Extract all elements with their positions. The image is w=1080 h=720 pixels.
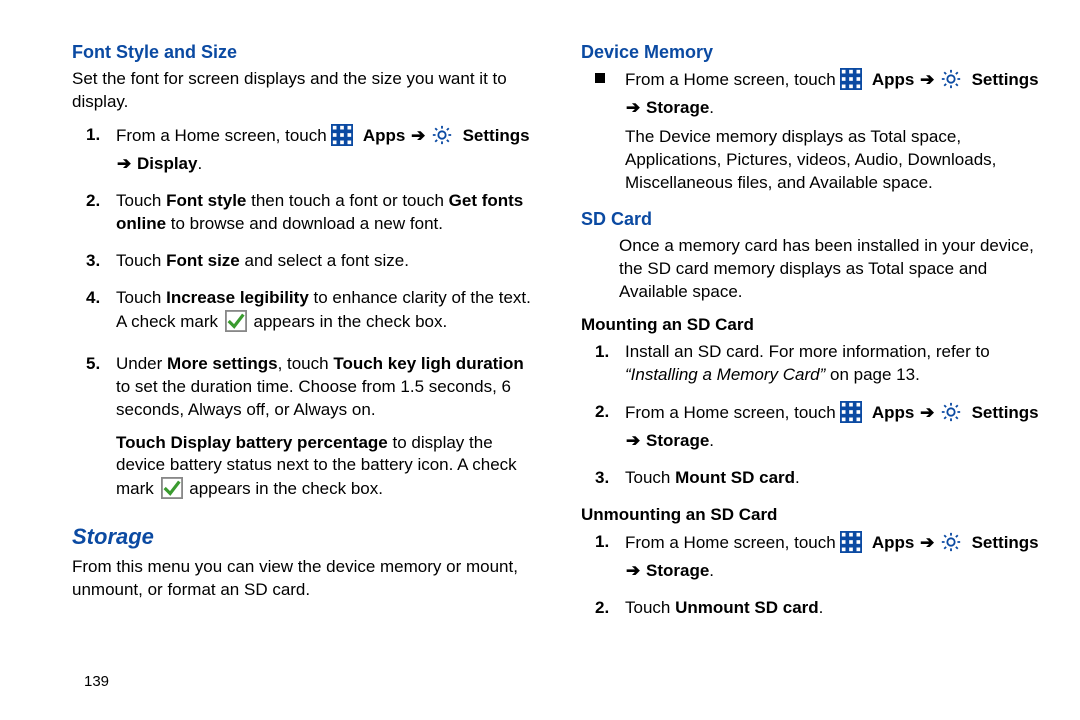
display-label: Display (137, 154, 197, 173)
square-bullet-icon (595, 73, 605, 83)
more-settings-label: More settings (167, 354, 278, 373)
font-intro: Set the font for screen displays and the… (72, 68, 541, 114)
gear-icon (431, 124, 453, 153)
text: From a Home screen, touch (116, 126, 331, 145)
text: appears in the check box. (254, 312, 448, 331)
battery-percentage-label: Touch Display battery percentage (116, 433, 388, 452)
unmount-step-2: 2. Touch Unmount SD card. (625, 597, 1050, 620)
text: Under (116, 354, 167, 373)
apps-label: Apps (872, 70, 915, 89)
right-column: Device Memory From a Home screen, touch … (581, 36, 1050, 633)
device-memory-item: From a Home screen, touch Apps ➔ Setting… (625, 68, 1050, 195)
text: Install an SD card. For more information… (625, 342, 990, 361)
font-style-label: Font style (166, 191, 246, 210)
text: From a Home screen, touch (625, 403, 840, 422)
text: Touch (116, 251, 166, 270)
arrow-icon: ➔ (919, 69, 935, 92)
heading-mounting: Mounting an SD Card (581, 314, 1050, 337)
xref: “Installing a Memory Card” (625, 365, 825, 384)
text: From a Home screen, touch (625, 70, 840, 89)
checkmark-icon (161, 477, 183, 506)
mount-steps: 1. Install an SD card. For more informat… (581, 341, 1050, 490)
unmount-step-1: 1. From a Home screen, touch Apps ➔ Sett… (625, 531, 1050, 583)
step-1: 1. From a Home screen, touch Apps ➔ Sett… (116, 124, 541, 176)
touch-key-label: Touch key ligh duration (333, 354, 523, 373)
text: Touch (116, 191, 166, 210)
heading-font-style-size: Font Style and Size (72, 40, 541, 64)
page-number: 139 (84, 672, 109, 692)
settings-label: Settings (972, 70, 1039, 89)
gear-icon (940, 401, 962, 430)
text: to set the duration time. Choose from 1.… (116, 377, 511, 419)
apps-label: Apps (872, 533, 915, 552)
increase-legibility-label: Increase legibility (166, 288, 309, 307)
mount-sd-label: Mount SD card (675, 468, 795, 487)
settings-label: Settings (972, 533, 1039, 552)
arrow-icon: ➔ (919, 532, 935, 555)
apps-label: Apps (363, 126, 406, 145)
checkmark-icon (225, 310, 247, 339)
left-column: Font Style and Size Set the font for scr… (72, 36, 541, 633)
text: appears in the check box. (189, 479, 383, 498)
storage-intro: From this menu you can view the device m… (72, 556, 541, 602)
arrow-icon: ➔ (625, 97, 641, 120)
text: on page 13. (825, 365, 920, 384)
text: then touch a font or touch (246, 191, 448, 210)
storage-label: Storage (646, 431, 709, 450)
settings-label: Settings (463, 126, 530, 145)
step-2: 2. Touch Font style then touch a font or… (116, 190, 541, 236)
heading-unmounting: Unmounting an SD Card (581, 504, 1050, 527)
device-memory-list: From a Home screen, touch Apps ➔ Setting… (581, 68, 1050, 195)
apps-icon (331, 124, 353, 153)
mount-step-2: 2. From a Home screen, touch Apps ➔ Sett… (625, 401, 1050, 453)
mount-step-1: 1. Install an SD card. For more informat… (625, 341, 1050, 387)
apps-icon (840, 68, 862, 97)
apps-icon (840, 531, 862, 560)
arrow-icon: ➔ (919, 402, 935, 425)
apps-label: Apps (872, 403, 915, 422)
gear-icon (940, 531, 962, 560)
text: Touch (625, 468, 675, 487)
device-memory-desc: The Device memory displays as Total spac… (625, 127, 996, 192)
unmount-steps: 1. From a Home screen, touch Apps ➔ Sett… (581, 531, 1050, 620)
mount-step-3: 3. Touch Mount SD card. (625, 467, 1050, 490)
sd-intro: Once a memory card has been installed in… (581, 235, 1050, 304)
step-3: 3. Touch Font size and select a font siz… (116, 250, 541, 273)
apps-icon (840, 401, 862, 430)
arrow-icon: ➔ (625, 560, 641, 583)
text: and select a font size. (240, 251, 409, 270)
font-size-label: Font size (166, 251, 240, 270)
text: Touch (116, 288, 166, 307)
heading-device-memory: Device Memory (581, 40, 1050, 64)
step-4: 4. Touch Increase legibility to enhance … (116, 287, 541, 339)
font-steps: 1. From a Home screen, touch Apps ➔ Sett… (72, 124, 541, 506)
manual-page: Font Style and Size Set the font for scr… (0, 0, 1080, 633)
text: Touch (625, 598, 675, 617)
arrow-icon: ➔ (625, 430, 641, 453)
storage-label: Storage (646, 561, 709, 580)
text: , touch (278, 354, 334, 373)
text: From a Home screen, touch (625, 533, 840, 552)
gear-icon (940, 68, 962, 97)
unmount-sd-label: Unmount SD card (675, 598, 819, 617)
step-5: 5. Under More settings, touch Touch key … (116, 353, 541, 507)
heading-storage: Storage (72, 522, 541, 552)
heading-sd-card: SD Card (581, 207, 1050, 231)
settings-label: Settings (972, 403, 1039, 422)
arrow-icon: ➔ (116, 153, 132, 176)
storage-label: Storage (646, 98, 709, 117)
arrow-icon: ➔ (410, 125, 426, 148)
text: to browse and download a new font. (166, 214, 443, 233)
